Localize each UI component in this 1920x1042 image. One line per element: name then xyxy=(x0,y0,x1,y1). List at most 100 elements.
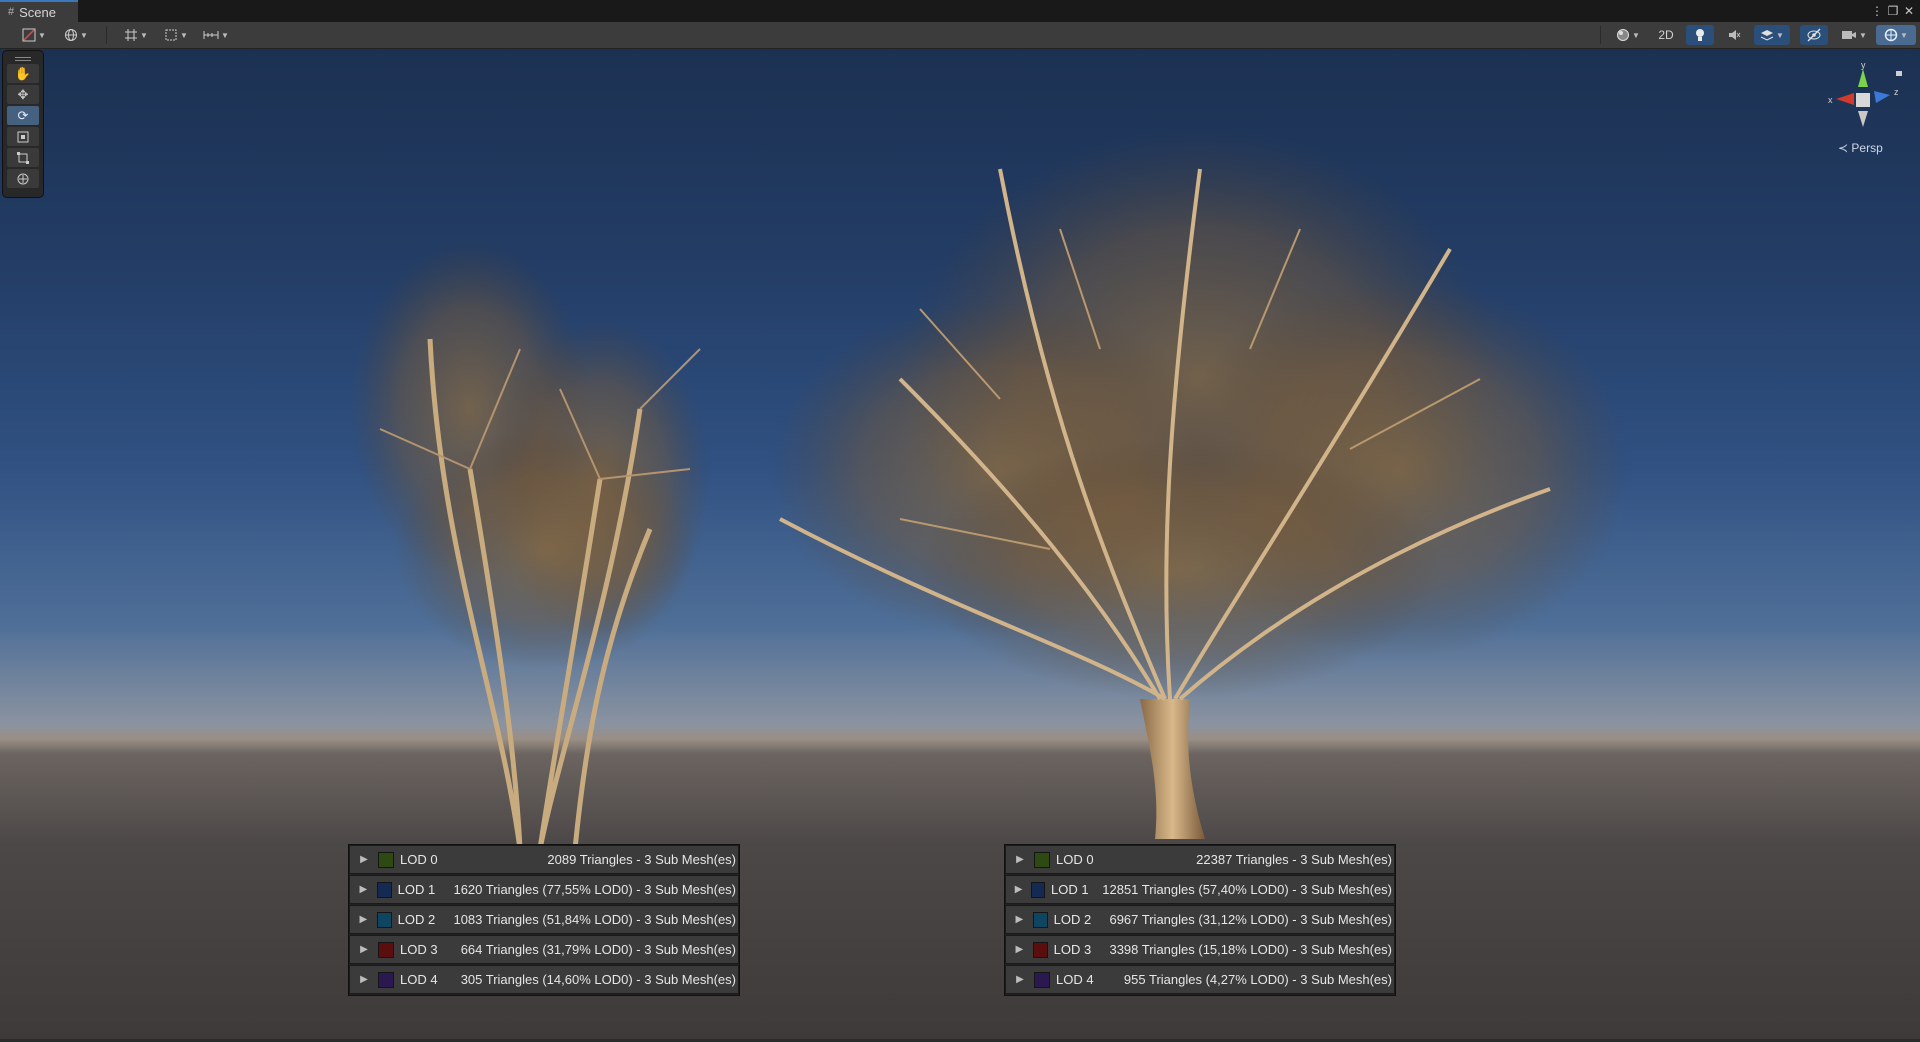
scene-window: # Scene ⋮ ❐ ✕ ▼ ▼ ▼ ▼ ▼ ▼ 2D ▼ ▼ ▼ ✋ ✥ ⟳… xyxy=(0,0,1920,1042)
globe-icon xyxy=(65,29,78,41)
expand-arrow-icon[interactable]: ▶ xyxy=(354,914,373,925)
lod-row[interactable]: ▶ LOD 4 955 Triangles (4,27% LOD0) - 3 S… xyxy=(1005,965,1395,994)
move-tool-button[interactable]: ✥ xyxy=(7,85,39,104)
expand-arrow-icon[interactable]: ▶ xyxy=(354,974,374,985)
lod-row[interactable]: ▶ LOD 2 6967 Triangles (31,12% LOD0) - 3… xyxy=(1005,905,1395,934)
rotate-tool-button[interactable]: ⟳ xyxy=(7,106,39,125)
lod-color-swatch xyxy=(378,941,394,958)
expand-arrow-icon[interactable]: ▶ xyxy=(354,854,374,865)
hand-icon: ✋ xyxy=(14,65,32,81)
scene-viewport[interactable]: ✋ ✥ ⟳ y x z ≺ Persp ▶ LOD 0 2089 Triangl… xyxy=(0,49,1920,1042)
ruler-icon xyxy=(203,31,219,39)
lod-row[interactable]: ▶ LOD 4 305 Triangles (14,60% LOD0) - 3 … xyxy=(349,965,739,994)
lod-info: 22387 Triangles - 3 Sub Mesh(es) xyxy=(1196,852,1392,867)
axis-x-label: x xyxy=(1828,95,1833,105)
lod-info: 305 Triangles (14,60% LOD0) - 3 Sub Mesh… xyxy=(460,972,736,987)
scene-lighting-toggle[interactable] xyxy=(1686,25,1714,45)
lod-color-swatch xyxy=(378,971,394,988)
draw-mode-dropdown[interactable]: ▼ xyxy=(16,25,52,45)
lod-color-swatch xyxy=(1034,971,1050,988)
eye-slash-icon xyxy=(1807,28,1821,42)
lod-info: 955 Triangles (4,27% LOD0) - 3 Sub Mesh(… xyxy=(1123,972,1392,987)
scale-tool-button[interactable] xyxy=(7,127,39,146)
scene-toolbar: ▼ ▼ ▼ ▼ ▼ ▼ 2D ▼ ▼ ▼ xyxy=(0,22,1920,49)
lod-row[interactable]: ▶ LOD 2 1083 Triangles (51,84% LOD0) - 3… xyxy=(349,905,739,934)
lock-icon[interactable] xyxy=(1896,71,1902,76)
palette-grip-icon[interactable] xyxy=(15,57,31,58)
projection-label: Persp xyxy=(1851,141,1883,155)
maximize-icon[interactable]: ❐ xyxy=(1886,2,1900,20)
snap-icon xyxy=(165,29,177,41)
lod-row[interactable]: ▶ LOD 0 22387 Triangles - 3 Sub Mesh(es) xyxy=(1005,845,1395,874)
lod-label: LOD 2 xyxy=(397,912,436,927)
lod-panel-small-tree: ▶ LOD 0 2089 Triangles - 3 Sub Mesh(es) … xyxy=(348,844,740,996)
lod-info: 3398 Triangles (15,18% LOD0) - 3 Sub Mes… xyxy=(1109,942,1392,957)
lod-label: LOD 0 xyxy=(400,852,438,867)
projection-arrow-icon: ≺ xyxy=(1838,141,1849,155)
large-tree xyxy=(770,129,1630,839)
grid-icon: # xyxy=(8,6,15,18)
lod-color-swatch xyxy=(1031,881,1046,898)
transform-icon xyxy=(17,173,29,184)
gizmos-dropdown[interactable]: ▼ xyxy=(1876,25,1916,45)
lod-label: LOD 4 xyxy=(400,972,438,987)
rotate-icon: ⟳ xyxy=(17,107,29,123)
shading-sphere-icon xyxy=(1617,29,1630,41)
move-arrows-icon: ✥ xyxy=(17,86,29,102)
audio-toggle[interactable] xyxy=(1720,25,1748,45)
expand-arrow-icon[interactable]: ▶ xyxy=(1010,944,1029,955)
effects-dropdown[interactable]: ▼ xyxy=(1754,25,1790,45)
lod-label: LOD 2 xyxy=(1053,912,1092,927)
grid-visibility-dropdown[interactable]: ▼ xyxy=(118,25,154,45)
rect-transform-icon xyxy=(17,151,29,164)
global-view-dropdown[interactable]: ▼ xyxy=(58,25,94,45)
rect-tool-button[interactable] xyxy=(7,148,39,167)
camera-icon xyxy=(1842,31,1857,39)
lightbulb-icon xyxy=(1696,29,1704,41)
expand-arrow-icon[interactable]: ▶ xyxy=(354,944,374,955)
gizmo-globe-icon xyxy=(1884,28,1898,42)
lod-panel-large-tree: ▶ LOD 0 22387 Triangles - 3 Sub Mesh(es)… xyxy=(1004,844,1396,996)
lod-row[interactable]: ▶ LOD 1 1620 Triangles (77,55% LOD0) - 3… xyxy=(349,875,739,904)
lod-row[interactable]: ▶ LOD 1 12851 Triangles (57,40% LOD0) - … xyxy=(1005,875,1395,904)
increment-snap-dropdown[interactable]: ▼ xyxy=(198,25,234,45)
hand-tool-button[interactable]: ✋ xyxy=(7,64,39,83)
lod-color-swatch xyxy=(376,911,392,928)
lod-info: 1083 Triangles (51,84% LOD0) - 3 Sub Mes… xyxy=(453,912,736,927)
close-icon[interactable]: ✕ xyxy=(1902,2,1916,20)
hidden-objects-toggle[interactable] xyxy=(1800,25,1828,45)
toggle-2d-label: 2D xyxy=(1658,28,1674,42)
lod-label: LOD 0 xyxy=(1056,852,1094,867)
axis-y-label: y xyxy=(1861,60,1866,70)
expand-arrow-icon[interactable]: ▶ xyxy=(1010,854,1030,865)
lod-label: LOD 1 xyxy=(397,882,436,897)
more-options-icon[interactable]: ⋮ xyxy=(1870,2,1884,20)
lod-color-swatch xyxy=(1034,851,1050,868)
expand-arrow-icon[interactable]: ▶ xyxy=(1010,914,1029,925)
lod-row[interactable]: ▶ LOD 3 3398 Triangles (15,18% LOD0) - 3… xyxy=(1005,935,1395,964)
shading-mode-dropdown[interactable]: ▼ xyxy=(1610,25,1646,45)
lod-row[interactable]: ▶ LOD 0 2089 Triangles - 3 Sub Mesh(es) xyxy=(349,845,739,874)
scene-tab[interactable]: # Scene xyxy=(0,0,78,22)
lod-color-swatch xyxy=(376,881,392,898)
lod-color-swatch xyxy=(378,851,394,868)
expand-arrow-icon[interactable]: ▶ xyxy=(354,884,373,895)
lod-row[interactable]: ▶ LOD 3 664 Triangles (31,79% LOD0) - 3 … xyxy=(349,935,739,964)
expand-arrow-icon[interactable]: ▶ xyxy=(1010,884,1027,895)
scale-icon xyxy=(17,131,29,142)
projection-toggle[interactable]: ≺ Persp xyxy=(1838,141,1883,155)
expand-arrow-icon[interactable]: ▶ xyxy=(1010,974,1030,985)
grid-snapping-dropdown[interactable]: ▼ xyxy=(158,25,194,45)
speaker-muted-icon xyxy=(1729,30,1741,40)
small-tree xyxy=(350,239,710,850)
lod-info: 12851 Triangles (57,40% LOD0) - 3 Sub Me… xyxy=(1102,882,1393,897)
scene-render xyxy=(350,129,1630,850)
lod-label: LOD 1 xyxy=(1051,882,1089,897)
transform-tool-button[interactable] xyxy=(7,169,39,188)
lod-label: LOD 3 xyxy=(1053,942,1092,957)
lod-info: 1620 Triangles (77,55% LOD0) - 3 Sub Mes… xyxy=(453,882,736,897)
camera-settings-dropdown[interactable]: ▼ xyxy=(1836,25,1872,45)
lod-info: 2089 Triangles - 3 Sub Mesh(es) xyxy=(547,852,736,867)
lod-label: LOD 4 xyxy=(1056,972,1094,987)
toggle-2d-button[interactable]: 2D xyxy=(1652,25,1680,45)
